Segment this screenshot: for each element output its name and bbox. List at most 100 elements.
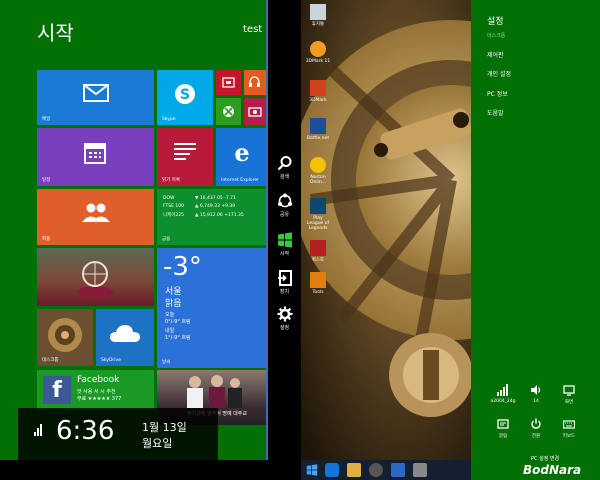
tile-reading-label: 읽기 목록: [162, 178, 180, 183]
recycle-bin-icon: [310, 4, 326, 20]
tile-finance[interactable]: DOW ▼ 16,437.05 -7.71 FTSE 100 ▲ 6,749.33 …: [157, 189, 266, 245]
taskbar: [301, 460, 471, 480]
desktop-area: 휴지통 3DMark 11 3DMark Battle.net Norton O…: [301, 0, 471, 460]
people-icon: [82, 203, 110, 222]
devices-icon: [277, 270, 292, 286]
settings-pane: 설정 데스크톱 제어판 개인 설정 PC 정보 도움말 a2004_24g 14…: [471, 0, 600, 480]
calendar-icon: [84, 143, 106, 164]
tile-mail[interactable]: 메일: [37, 70, 154, 125]
finance-row: DOW ▼ 16,437.05 -7.71: [163, 196, 236, 201]
tile-skydrive[interactable]: SkyDrive: [96, 309, 154, 366]
tile-games[interactable]: [216, 98, 241, 125]
tile-facebook[interactable]: f Facebook 앗 사용 서 시 추천 무료 ★★★★★ 377: [37, 370, 154, 410]
taskbar-ie-icon[interactable]: [325, 463, 339, 477]
quick-screen[interactable]: 화면: [556, 384, 582, 405]
charm-label: 설정: [279, 325, 290, 331]
desktop-icon-recycle-bin[interactable]: 휴지통: [305, 4, 331, 27]
clock-time: 6:36: [56, 416, 115, 446]
tile-camera[interactable]: [244, 98, 266, 125]
battlenet-icon: [310, 118, 326, 134]
tools-icon: [310, 272, 326, 288]
quick-network[interactable]: a2004_24g: [490, 384, 516, 404]
taskbar-explorer-icon[interactable]: [347, 463, 361, 477]
news-photo: [187, 375, 242, 408]
facebook-name: Facebook: [77, 375, 120, 385]
screen-icon: [563, 385, 575, 396]
desktop-icon-3dmark11[interactable]: 3DMark 11: [305, 41, 331, 64]
tile-skype-label: Skype: [162, 117, 176, 122]
charm-label: 장치: [279, 289, 290, 295]
finance-row: FTSE 100 ▲ 6,749.33 +9.39: [163, 204, 236, 209]
settings-control-panel[interactable]: 제어판: [487, 50, 504, 59]
settings-help[interactable]: 도움말: [487, 108, 504, 117]
norton-icon: [310, 157, 326, 173]
reading-list-icon: [174, 143, 196, 160]
video-icon: [222, 77, 235, 88]
charm-share[interactable]: 공유: [268, 193, 301, 233]
tile-calendar[interactable]: 일정: [37, 128, 154, 186]
facebook-meta: 무료 ★★★★★ 377: [77, 396, 122, 402]
desktop-icon-tools[interactable]: Tools: [305, 272, 331, 295]
tile-mail-label: 메일: [42, 117, 51, 122]
charm-search[interactable]: 검색: [268, 155, 301, 195]
quick-notifications[interactable]: 알림: [490, 418, 516, 439]
tile-people-label: 피플: [42, 237, 51, 242]
charm-start[interactable]: 시작: [268, 232, 301, 272]
taskbar-app-icon[interactable]: [413, 463, 427, 477]
quick-keyboard[interactable]: 키보드: [556, 418, 582, 439]
cloud-icon: [110, 325, 140, 342]
settings-pc-info[interactable]: PC 정보: [487, 89, 508, 98]
notifications-icon: [497, 419, 509, 429]
charms-bar: 검색 공유 시작 장치 설정: [268, 0, 301, 460]
windows-logo-icon: [277, 232, 292, 248]
signal-icon: [34, 424, 42, 436]
mail-icon: [83, 84, 109, 102]
power-icon: [531, 418, 541, 429]
charm-label: 공유: [279, 212, 290, 218]
weather-today-range: 0°/-9° 흐림: [165, 319, 191, 325]
start-screen: 시작 test 메일 S Skype 일정 읽기 목록 e Internet E…: [0, 0, 266, 460]
desktop-icon-3dmark[interactable]: 3DMark: [305, 80, 331, 103]
windows-logo-icon[interactable]: [306, 464, 318, 476]
desktop-icon-quickstore[interactable]: 퀵스토: [305, 240, 331, 263]
lock-clock-overlay: 6:36 1월 13일 월요일: [18, 408, 218, 462]
weather-temp: -3°: [163, 252, 202, 282]
gear-icon: [277, 306, 292, 322]
desktop-icon-battlenet[interactable]: Battle.net: [305, 118, 331, 141]
weather-today-label: 오늘: [165, 312, 175, 318]
charm-devices[interactable]: 장치: [268, 270, 301, 310]
quick-volume[interactable]: 14: [523, 384, 549, 404]
tile-photos[interactable]: [37, 248, 154, 306]
user-name[interactable]: test: [243, 24, 262, 35]
desktop-icon-lol[interactable]: Play League of Legends: [305, 198, 331, 231]
desktop-icon-norton[interactable]: Norton Onlin...: [305, 157, 331, 185]
tile-people[interactable]: 피플: [37, 189, 154, 245]
clock-date: 1월 13일: [142, 421, 187, 434]
search-icon: [277, 156, 291, 171]
change-pc-settings-link[interactable]: PC 설정 변경: [531, 455, 559, 462]
tile-internet-explorer[interactable]: e Internet Explorer: [216, 128, 266, 186]
weather-tomorrow-range: 1°/-9° 흐림: [165, 335, 191, 341]
tile-video[interactable]: [216, 70, 241, 95]
tile-reading-list[interactable]: 읽기 목록: [157, 128, 213, 186]
3dmark11-icon: [310, 41, 326, 57]
charm-settings[interactable]: 설정: [268, 306, 301, 346]
tile-calendar-label: 일정: [42, 178, 51, 183]
xbox-icon: [223, 106, 234, 117]
tile-finance-label: 금융: [162, 237, 171, 242]
watermark: BodNara: [523, 463, 582, 477]
tile-weather[interactable]: -3° 서울 맑음 오늘 0°/-9° 흐림 내일 1°/-9° 흐림 날씨: [157, 248, 266, 368]
quick-power[interactable]: 전원: [523, 418, 549, 439]
charm-label: 검색: [279, 174, 290, 180]
tile-weather-label: 날씨: [162, 360, 171, 365]
tile-skype[interactable]: S Skype: [157, 70, 213, 125]
tile-music[interactable]: [244, 70, 266, 95]
camera-icon: [248, 107, 262, 117]
start-title: 시작: [37, 21, 74, 45]
tile-desktop[interactable]: 데스크톱: [37, 309, 93, 366]
taskbar-media-icon[interactable]: [369, 463, 383, 477]
taskbar-store-icon[interactable]: [391, 463, 405, 477]
tile-skydrive-label: SkyDrive: [101, 358, 121, 363]
settings-personalize[interactable]: 개인 설정: [487, 69, 511, 78]
settings-title: 설정: [487, 17, 504, 27]
